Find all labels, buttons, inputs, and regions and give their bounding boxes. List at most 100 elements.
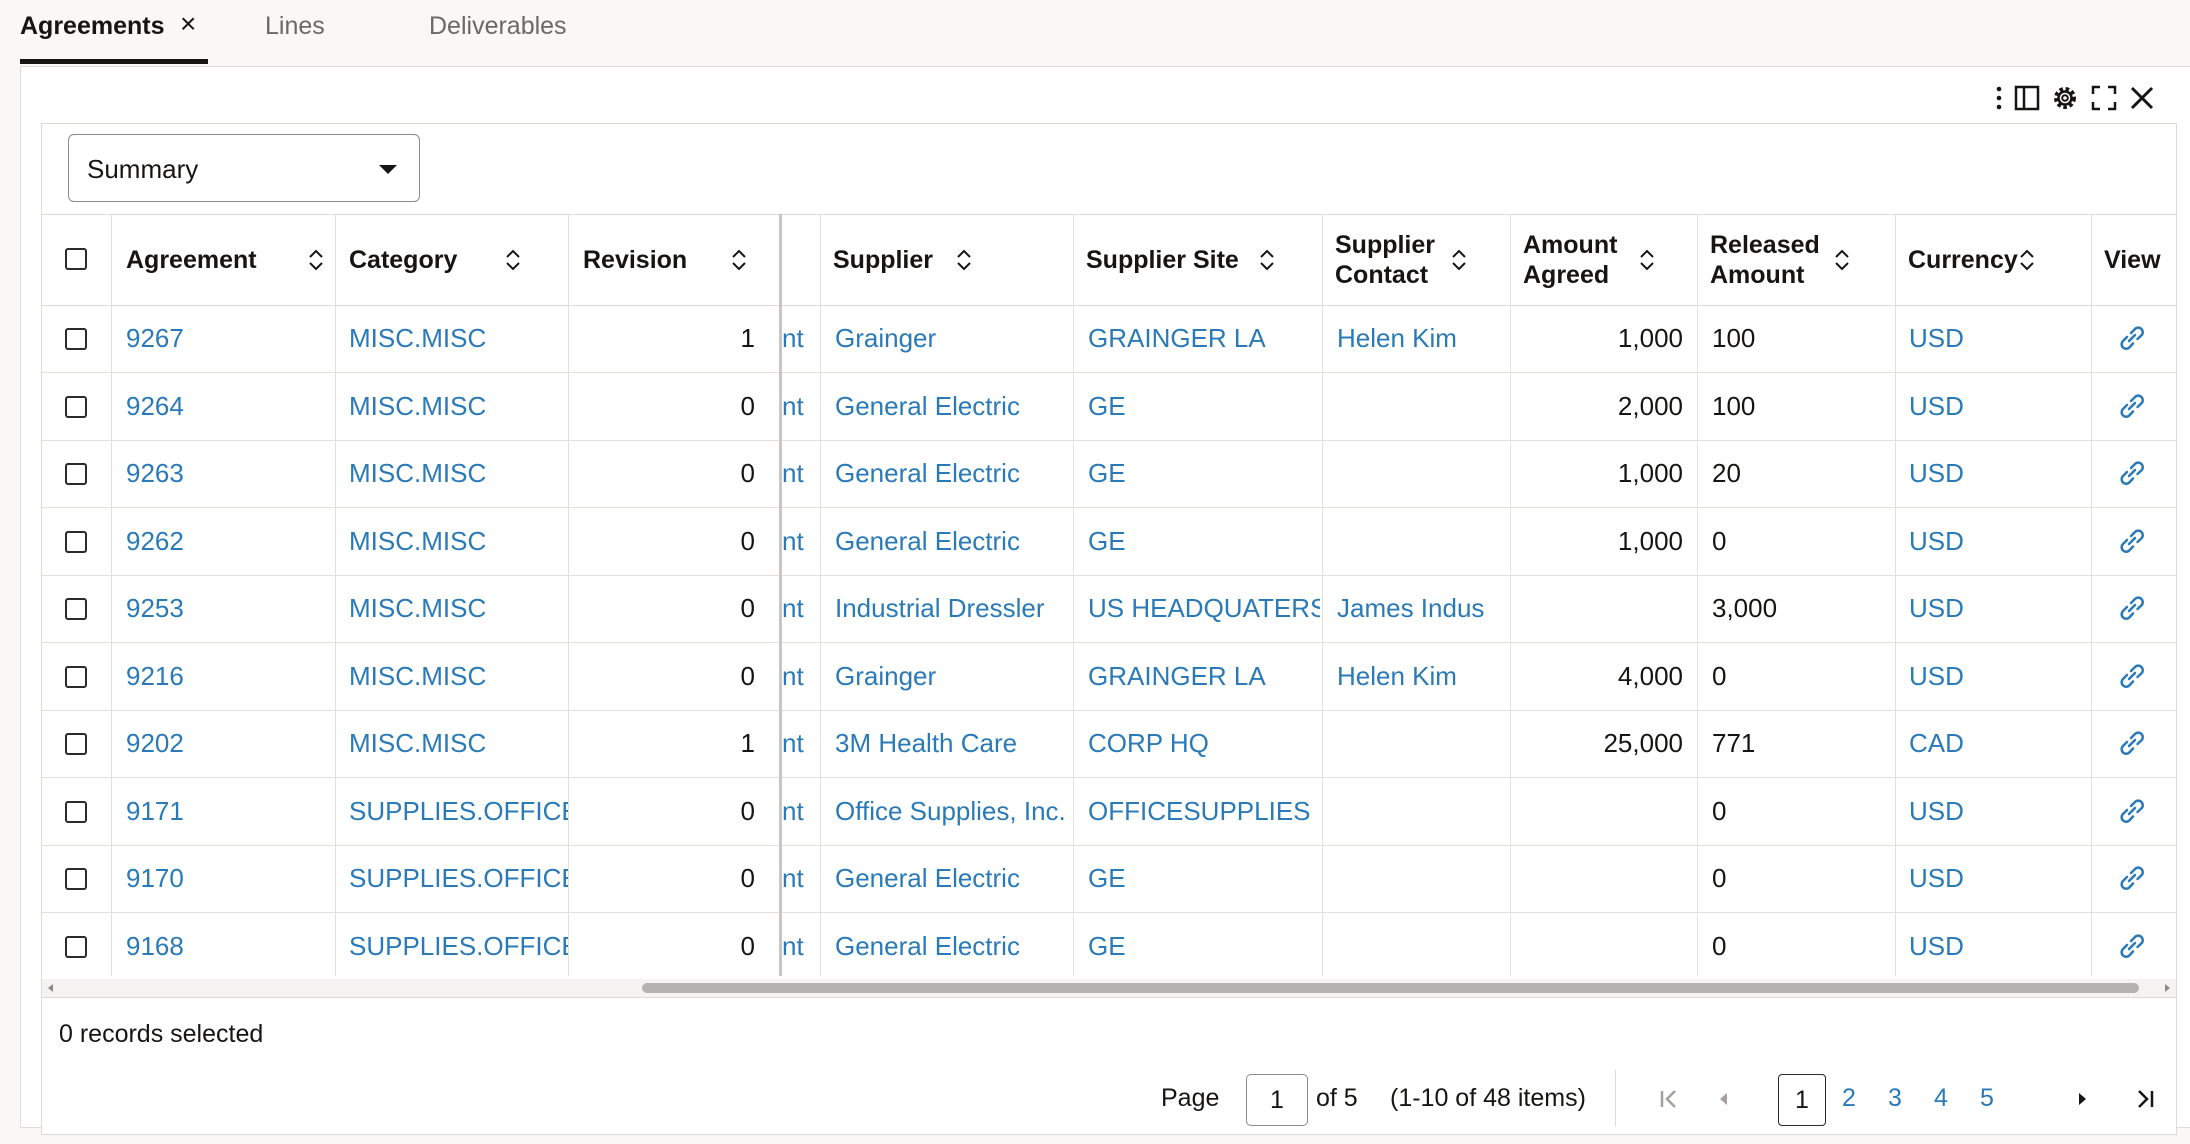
cell-supplier[interactable]: General Electric xyxy=(835,373,1071,440)
cell-agreement[interactable]: 9263 xyxy=(126,440,326,507)
table-row[interactable]: 9168 SUPPLIES.OFFICE 0 nt General Electric GE… xyxy=(42,913,2176,977)
cell-category[interactable]: MISC.MISC xyxy=(349,373,569,440)
scroll-left-arrow-icon[interactable] xyxy=(48,984,53,992)
cell-supplier[interactable]: Grainger xyxy=(835,643,1071,710)
cell-agreement[interactable]: 9202 xyxy=(126,710,326,777)
cell-currency[interactable]: USD xyxy=(1909,508,2089,575)
sort-icon[interactable] xyxy=(955,247,973,273)
tab-deliverables[interactable]: Deliverables xyxy=(429,0,567,62)
column-header-amount-agreed[interactable]: Amount Agreed xyxy=(1523,215,1633,305)
cell-agreement[interactable]: 9267 xyxy=(126,305,326,372)
view-link-icon[interactable] xyxy=(2115,726,2149,760)
cell-category[interactable]: SUPPLIES.OFFICE xyxy=(349,913,569,977)
cell-category[interactable]: MISC.MISC xyxy=(349,440,569,507)
cell-currency[interactable]: CAD xyxy=(1909,710,2089,777)
fullscreen-icon[interactable] xyxy=(2087,81,2121,115)
cell-currency[interactable]: USD xyxy=(1909,913,2089,977)
row-checkbox[interactable] xyxy=(65,733,87,755)
column-header-agreement[interactable]: Agreement xyxy=(126,215,326,305)
cell-supplier-contact[interactable] xyxy=(1337,710,1509,777)
cell-truncated-column[interactable]: nt xyxy=(782,373,818,440)
row-checkbox[interactable] xyxy=(65,868,87,890)
page-2-button[interactable]: 2 xyxy=(1842,1084,1856,1113)
view-link-icon[interactable] xyxy=(2115,794,2149,828)
first-page-icon[interactable] xyxy=(1656,1086,1682,1112)
table-row[interactable]: 9170 SUPPLIES.OFFICE 0 nt General Electric GE… xyxy=(42,845,2176,913)
cell-supplier-site[interactable]: GRAINGER LA xyxy=(1088,305,1320,372)
cell-currency[interactable]: USD xyxy=(1909,305,2089,372)
cell-truncated-column[interactable]: nt xyxy=(782,778,818,845)
page-1-button[interactable]: 1 xyxy=(1778,1074,1826,1126)
close-icon[interactable] xyxy=(2125,81,2159,115)
cell-supplier[interactable]: General Electric xyxy=(835,845,1071,912)
cell-supplier[interactable]: Industrial Dressler xyxy=(835,575,1071,642)
column-header-category[interactable]: Category xyxy=(349,215,569,305)
previous-page-icon[interactable] xyxy=(1710,1086,1736,1112)
column-header-released-amount[interactable]: Released Amount xyxy=(1710,215,1830,305)
row-checkbox[interactable] xyxy=(65,463,87,485)
sort-icon[interactable] xyxy=(1638,247,1656,273)
sort-icon[interactable] xyxy=(1833,247,1851,273)
view-link-icon[interactable] xyxy=(2115,321,2149,355)
page-5-button[interactable]: 5 xyxy=(1980,1084,1994,1113)
view-link-icon[interactable] xyxy=(2115,591,2149,625)
cell-truncated-column[interactable]: nt xyxy=(782,508,818,575)
cell-agreement[interactable]: 9264 xyxy=(126,373,326,440)
cell-supplier-site[interactable]: GRAINGER LA xyxy=(1088,643,1320,710)
cell-truncated-column[interactable]: nt xyxy=(782,913,818,977)
column-header-revision[interactable]: Revision xyxy=(583,215,743,305)
tab-lines[interactable]: Lines xyxy=(265,0,325,62)
column-header-supplier-contact[interactable]: Supplier Contact xyxy=(1335,215,1445,305)
cell-category[interactable]: SUPPLIES.OFFICE xyxy=(349,778,569,845)
cell-currency[interactable]: USD xyxy=(1909,373,2089,440)
view-link-icon[interactable] xyxy=(2115,861,2149,895)
sort-icon[interactable] xyxy=(307,247,325,273)
sort-icon[interactable] xyxy=(504,247,522,273)
tab-close-icon[interactable]: × xyxy=(180,8,196,40)
cell-category[interactable]: MISC.MISC xyxy=(349,508,569,575)
select-all-checkbox[interactable] xyxy=(65,248,87,270)
cell-agreement[interactable]: 9253 xyxy=(126,575,326,642)
table-row[interactable]: 9216 MISC.MISC 0 nt Grainger GRAINGER LA Helen… xyxy=(42,643,2176,711)
cell-supplier[interactable]: 3M Health Care xyxy=(835,710,1071,777)
cell-supplier[interactable]: General Electric xyxy=(835,913,1071,977)
cell-supplier-contact[interactable]: Helen Kim xyxy=(1337,305,1509,372)
cell-agreement[interactable]: 9262 xyxy=(126,508,326,575)
cell-category[interactable]: MISC.MISC xyxy=(349,643,569,710)
cell-supplier[interactable]: General Electric xyxy=(835,440,1071,507)
scrollbar-thumb[interactable] xyxy=(642,983,2139,993)
sort-icon[interactable] xyxy=(2018,247,2036,273)
cell-supplier-contact[interactable]: Helen Kim xyxy=(1337,643,1509,710)
cell-agreement[interactable]: 9171 xyxy=(126,778,326,845)
table-row[interactable]: 9262 MISC.MISC 0 nt General Electric GE 1,000 0… xyxy=(42,508,2176,576)
cell-supplier-site[interactable]: GE xyxy=(1088,440,1320,507)
cell-supplier[interactable]: General Electric xyxy=(835,508,1071,575)
view-link-icon[interactable] xyxy=(2115,524,2149,558)
view-link-icon[interactable] xyxy=(2115,456,2149,490)
cell-currency[interactable]: USD xyxy=(1909,845,2089,912)
cell-currency[interactable]: USD xyxy=(1909,575,2089,642)
view-link-icon[interactable] xyxy=(2115,389,2149,423)
cell-currency[interactable]: USD xyxy=(1909,778,2089,845)
cell-supplier[interactable]: Grainger xyxy=(835,305,1071,372)
cell-truncated-column[interactable]: nt xyxy=(782,845,818,912)
row-checkbox[interactable] xyxy=(65,665,87,688)
sort-icon[interactable] xyxy=(1450,247,1468,273)
cell-category[interactable]: MISC.MISC xyxy=(349,710,569,777)
tab-agreements[interactable]: Agreements xyxy=(20,0,165,62)
cell-supplier-contact[interactable] xyxy=(1337,373,1509,440)
view-link-icon[interactable] xyxy=(2115,929,2149,963)
page-input[interactable]: 1 xyxy=(1246,1074,1308,1126)
table-row[interactable]: 9253 MISC.MISC 0 nt Industrial Dressler US HE… xyxy=(42,575,2176,643)
cell-truncated-column[interactable]: nt xyxy=(782,643,818,710)
column-header-supplier[interactable]: Supplier xyxy=(833,215,1053,305)
cell-supplier-site[interactable]: US HEADQUATERS xyxy=(1088,575,1320,642)
sort-icon[interactable] xyxy=(730,247,748,273)
horizontal-scrollbar[interactable] xyxy=(42,979,2176,997)
view-link-icon[interactable] xyxy=(2115,659,2149,693)
cell-supplier-site[interactable]: GE xyxy=(1088,913,1320,977)
cell-agreement[interactable]: 9170 xyxy=(126,845,326,912)
cell-category[interactable]: SUPPLIES.OFFICE xyxy=(349,845,569,912)
cell-supplier-contact[interactable] xyxy=(1337,913,1509,977)
cell-truncated-column[interactable]: nt xyxy=(782,305,818,372)
